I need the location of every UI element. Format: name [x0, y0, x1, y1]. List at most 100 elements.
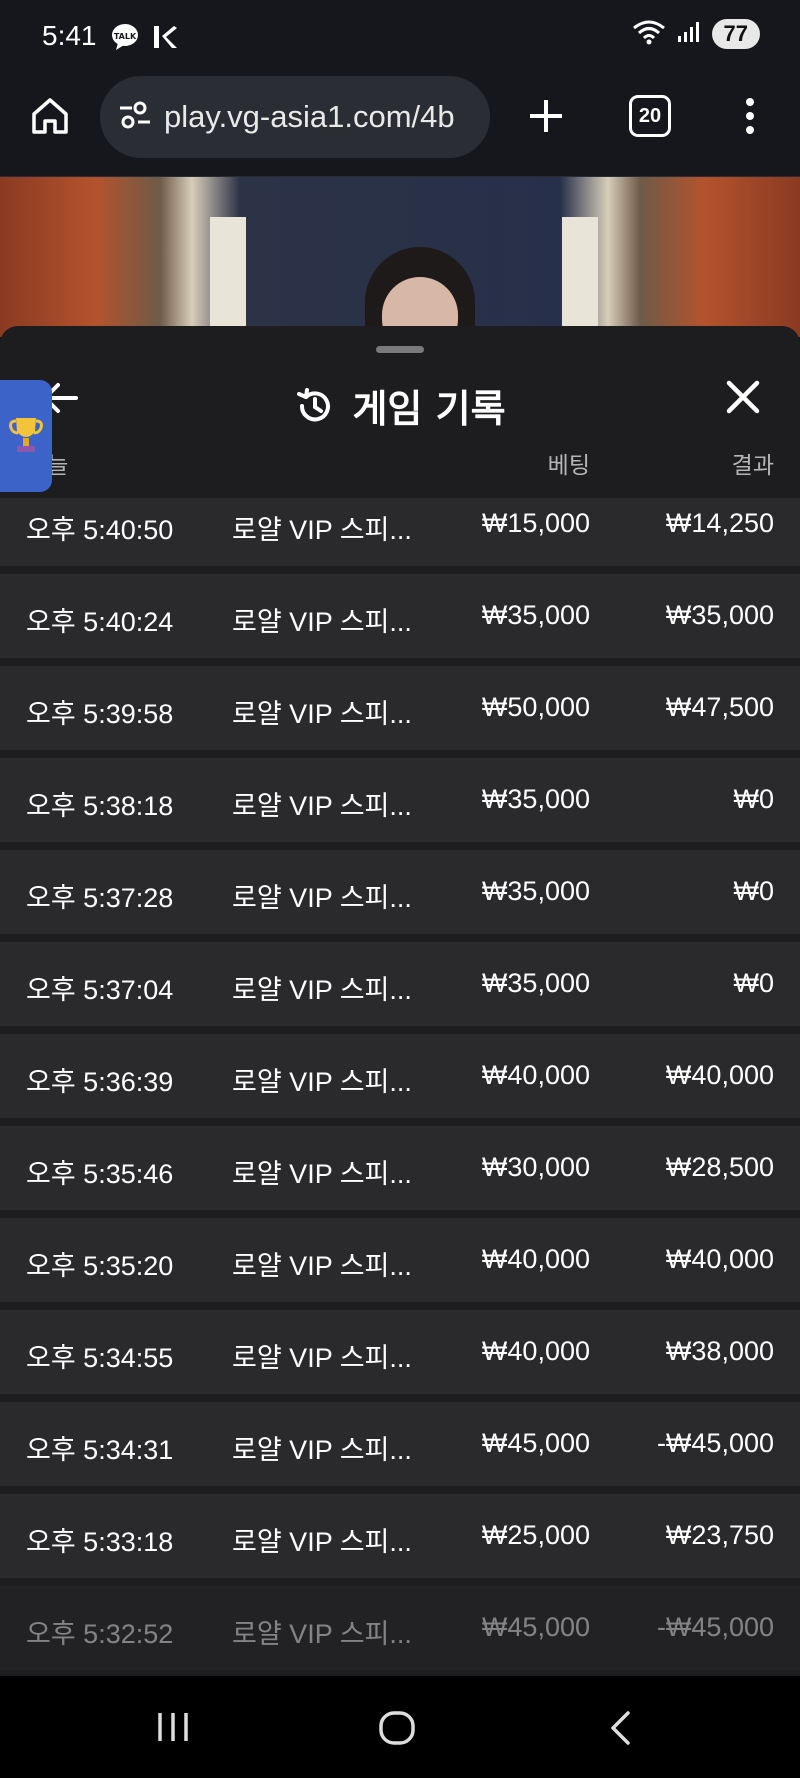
history-row[interactable]: 오후 5:40:24 로얄 VIP 스피... ₩35,000 ₩35,000 [0, 574, 800, 658]
row-game: 로얄 VIP 스피... [232, 1343, 412, 1373]
trophy-icon [9, 418, 43, 452]
row-result: ₩0 [733, 968, 775, 998]
row-result: -₩45,000 [656, 1428, 774, 1458]
home-circle-icon [379, 1711, 415, 1745]
row-time: 오후 5:37:04 [26, 975, 174, 1005]
row-game: 로얄 VIP 스피... [232, 1435, 412, 1465]
row-bet: ₩25,000 [481, 1520, 590, 1550]
trophy-side-tab[interactable] [0, 380, 52, 492]
game-history-sheet: 게임 기록 오늘 베팅 결과 오후 5:40:50 로얄 VIP 스피... ₩15… [0, 326, 800, 1676]
row-result: ₩0 [733, 784, 775, 814]
row-time: 오후 5:39:58 [26, 699, 174, 729]
row-game: 로얄 VIP 스피... [232, 607, 412, 637]
row-game: 로얄 VIP 스피... [232, 1619, 412, 1649]
row-bet: ₩30,000 [481, 1152, 590, 1182]
row-time: 오후 5:37:28 [26, 883, 174, 913]
row-time: 오후 5:33:18 [26, 1527, 174, 1557]
row-result: ₩23,750 [665, 1520, 774, 1550]
history-row[interactable]: 오후 5:37:04 로얄 VIP 스피... ₩35,000 ₩0 [0, 942, 800, 1026]
row-bet: ₩35,000 [481, 968, 590, 998]
row-time: 오후 5:34:31 [26, 1435, 174, 1465]
history-icon [297, 387, 331, 421]
home-icon [32, 98, 68, 134]
history-row[interactable]: 오후 5:37:28 로얄 VIP 스피... ₩35,000 ₩0 [0, 850, 800, 934]
row-result: ₩14,250 [665, 508, 774, 538]
drag-handle[interactable] [376, 346, 424, 353]
close-icon [726, 380, 760, 414]
column-bet: 베팅 [547, 453, 590, 479]
column-headers: 오늘 베팅 결과 [0, 446, 800, 482]
row-result: -₩45,000 [656, 1612, 774, 1642]
row-bet: ₩40,000 [481, 1060, 590, 1090]
recent-apps-button[interactable] [154, 1710, 194, 1748]
close-button[interactable] [724, 378, 762, 420]
row-game: 로얄 VIP 스피... [232, 1527, 412, 1557]
row-game: 로얄 VIP 스피... [232, 515, 412, 545]
row-time: 오후 5:32:52 [26, 1619, 174, 1649]
row-game: 로얄 VIP 스피... [232, 699, 412, 729]
menu-button[interactable] [722, 88, 778, 144]
row-bet: ₩40,000 [481, 1336, 590, 1366]
sheet-header: 게임 기록 [0, 366, 800, 436]
history-row[interactable]: 오후 5:36:39 로얄 VIP 스피... ₩40,000 ₩40,000 [0, 1034, 800, 1118]
history-row[interactable]: 오후 5:35:46 로얄 VIP 스피... ₩30,000 ₩28,500 [0, 1126, 800, 1210]
row-game: 로얄 VIP 스피... [232, 1251, 412, 1281]
row-result: ₩40,000 [665, 1244, 774, 1274]
column-result: 결과 [731, 453, 774, 479]
url-text[interactable]: play.vg-asia1.com/4b [164, 99, 474, 135]
row-bet: ₩35,000 [481, 876, 590, 906]
status-bar: 5:41 TALK 77 [0, 0, 800, 74]
history-row[interactable]: 오후 5:34:55 로얄 VIP 스피... ₩40,000 ₩38,000 [0, 1310, 800, 1394]
site-settings-icon[interactable] [118, 98, 152, 136]
talk-notification-icon: TALK [110, 22, 140, 56]
row-game: 로얄 VIP 스피... [232, 975, 412, 1005]
row-time: 오후 5:40:24 [26, 607, 174, 637]
row-time: 오후 5:34:55 [26, 1343, 174, 1373]
row-game: 로얄 VIP 스피... [232, 883, 412, 913]
row-result: ₩40,000 [665, 1060, 774, 1090]
back-chevron-icon [611, 1711, 630, 1745]
sheet-title: 게임 기록 [0, 378, 800, 433]
history-row[interactable]: 오후 5:32:52 로얄 VIP 스피... ₩45,000 -₩45,000 [0, 1586, 800, 1670]
row-bet: ₩45,000 [481, 1612, 590, 1642]
tab-count: 20 [629, 95, 671, 137]
back-nav-button[interactable] [606, 1710, 636, 1750]
row-time: 오후 5:36:39 [26, 1067, 174, 1097]
plus-icon [530, 100, 562, 132]
tab-switcher-button[interactable]: 20 [622, 88, 678, 144]
sheet-title-text: 게임 기록 [352, 387, 506, 431]
row-bet: ₩15,000 [481, 508, 590, 538]
history-row[interactable]: 오후 5:38:18 로얄 VIP 스피... ₩35,000 ₩0 [0, 758, 800, 842]
row-game: 로얄 VIP 스피... [232, 1159, 412, 1189]
row-time: 오후 5:35:46 [26, 1159, 174, 1189]
row-result: ₩28,500 [665, 1152, 774, 1182]
history-row[interactable]: 오후 5:39:58 로얄 VIP 스피... ₩50,000 ₩47,500 [0, 666, 800, 750]
new-tab-button[interactable] [518, 88, 574, 144]
svg-text:TALK: TALK [114, 32, 137, 41]
row-time: 오후 5:38:18 [26, 791, 174, 821]
row-bet: ₩50,000 [481, 692, 590, 722]
home-button[interactable] [22, 88, 78, 144]
browser-toolbar: play.vg-asia1.com/4b 20 [0, 74, 800, 177]
row-bet: ₩35,000 [481, 600, 590, 630]
row-time: 오후 5:35:20 [26, 1251, 174, 1281]
row-result: ₩0 [733, 876, 775, 906]
row-game: 로얄 VIP 스피... [232, 791, 412, 821]
wifi-icon [632, 18, 666, 50]
history-row[interactable]: 오후 5:35:20 로얄 VIP 스피... ₩40,000 ₩40,000 [0, 1218, 800, 1302]
row-result: ₩47,500 [665, 692, 774, 722]
history-row[interactable]: 오후 5:34:31 로얄 VIP 스피... ₩45,000 -₩45,000 [0, 1402, 800, 1486]
row-bet: ₩45,000 [481, 1428, 590, 1458]
history-row[interactable]: 오후 5:40:50 로얄 VIP 스피... ₩15,000 ₩14,250 [0, 498, 800, 566]
address-bar[interactable]: play.vg-asia1.com/4b [100, 76, 490, 158]
history-row[interactable]: 오후 5:33:18 로얄 VIP 스피... ₩25,000 ₩23,750 [0, 1494, 800, 1578]
row-game: 로얄 VIP 스피... [232, 1067, 412, 1097]
home-nav-button[interactable] [378, 1710, 416, 1750]
more-vert-icon [746, 98, 754, 134]
recent-apps-icon [158, 1713, 188, 1741]
history-list: 오후 5:40:50 로얄 VIP 스피... ₩15,000 ₩14,250 오후 … [0, 498, 800, 1676]
row-bet: ₩35,000 [481, 784, 590, 814]
row-time: 오후 5:40:50 [26, 515, 174, 545]
row-result: ₩35,000 [665, 600, 774, 630]
status-time: 5:41 [42, 20, 97, 51]
